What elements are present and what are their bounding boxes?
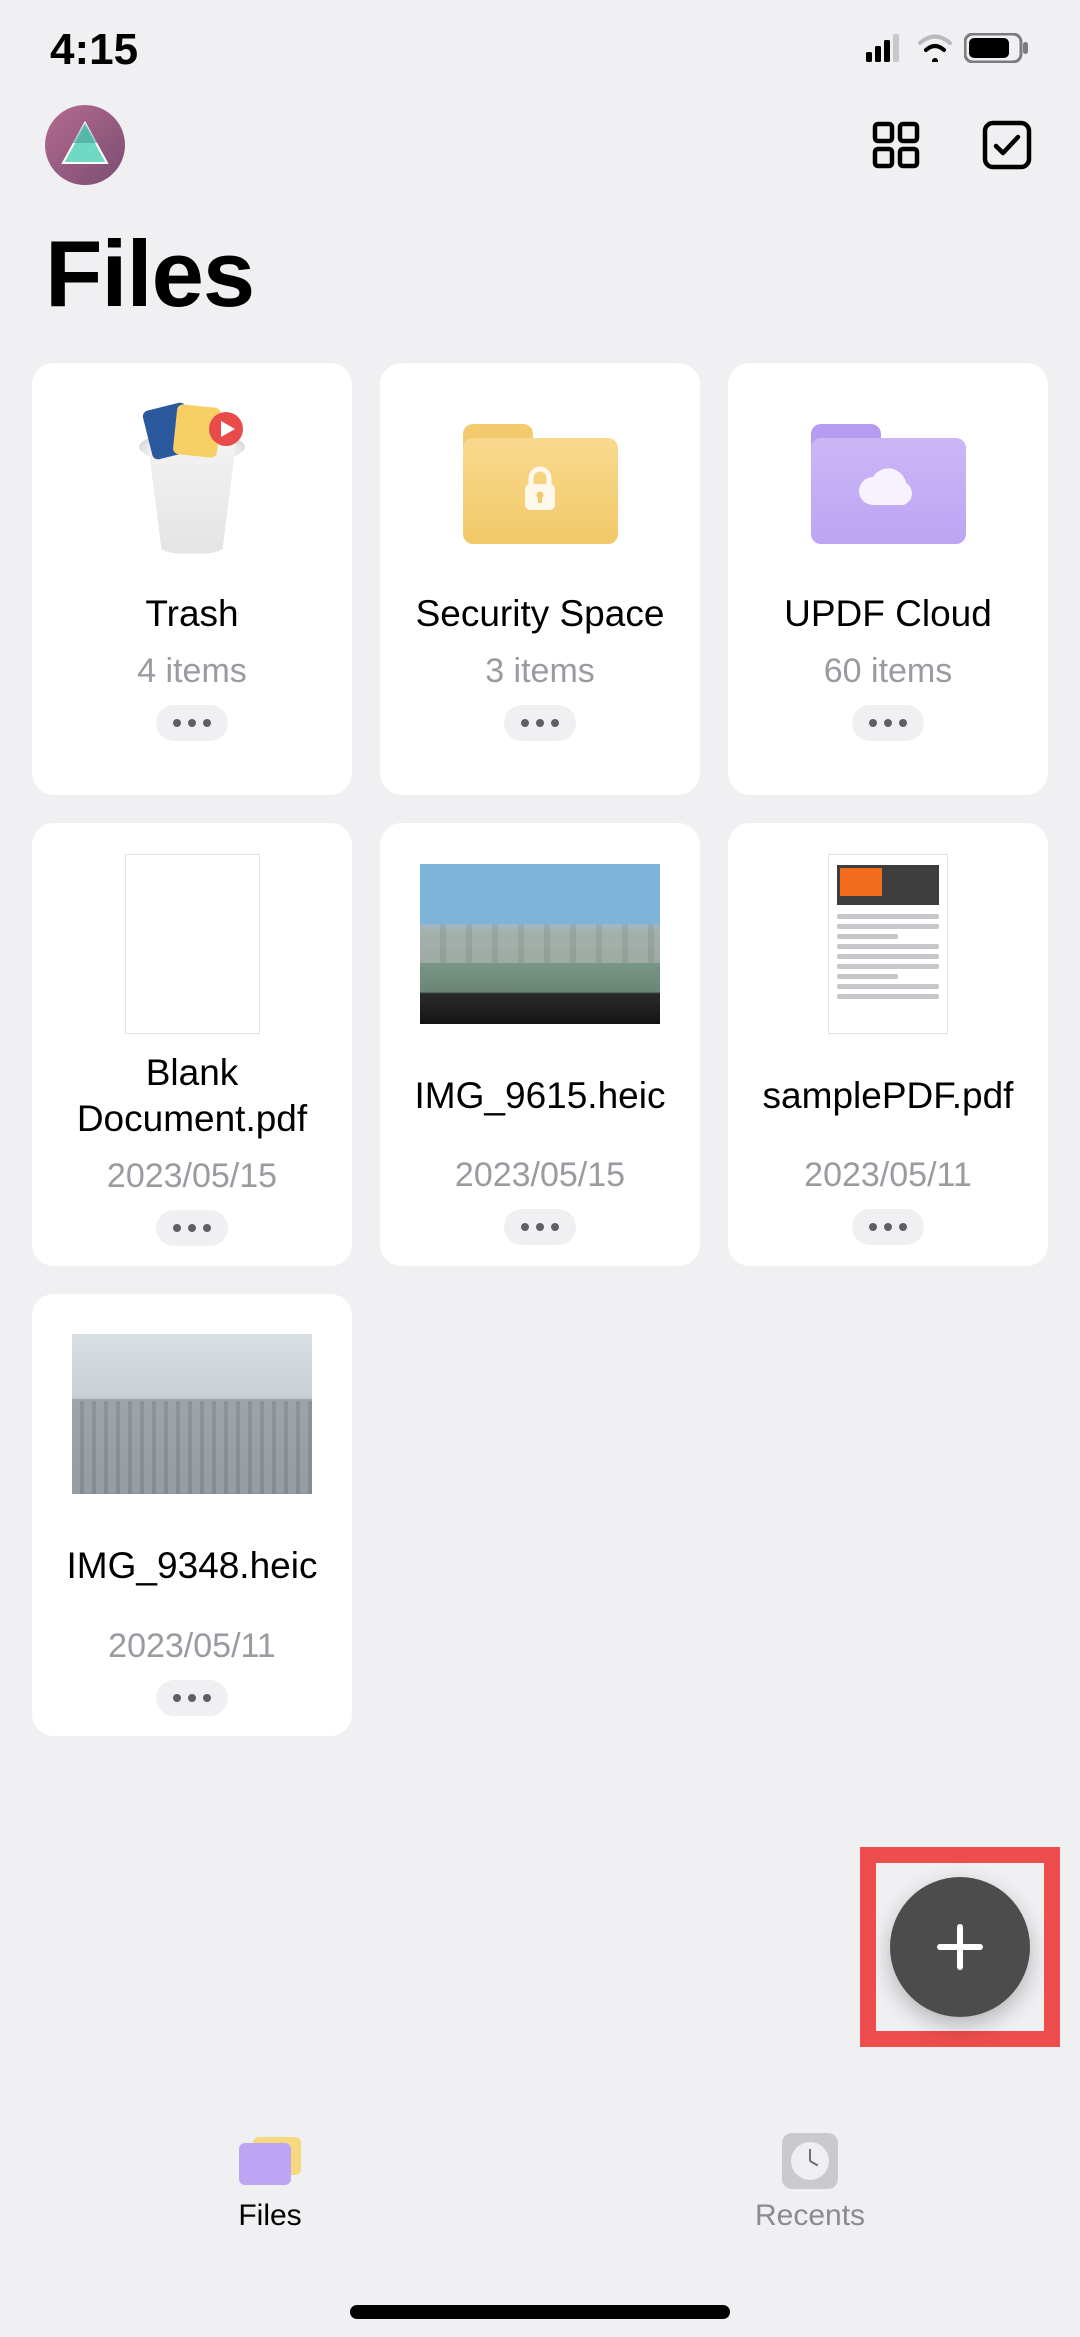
more-button[interactable] xyxy=(156,705,228,741)
card-subtitle: 2023/05/15 xyxy=(107,1157,277,1196)
file-grid: Trash 4 items Security Space 3 items UPD… xyxy=(0,363,1080,1736)
plus-icon xyxy=(930,1917,990,1977)
card-title: Security Space xyxy=(416,590,665,638)
file-blank-document[interactable]: Blank Document.pdf 2023/05/15 xyxy=(32,823,352,1266)
more-button[interactable] xyxy=(852,1209,924,1245)
card-title: IMG_9348.heic xyxy=(67,1521,318,1613)
photo-thumbnail xyxy=(72,1334,312,1494)
card-subtitle: 2023/05/11 xyxy=(108,1627,276,1666)
card-subtitle: 3 items xyxy=(485,652,595,691)
card-subtitle: 2023/05/15 xyxy=(455,1156,625,1195)
more-button[interactable] xyxy=(852,705,924,741)
home-indicator[interactable] xyxy=(350,2305,730,2319)
pdf-thumbnail xyxy=(828,854,948,1034)
card-subtitle: 4 items xyxy=(137,652,247,691)
files-tab-icon xyxy=(238,2133,302,2189)
recents-tab-icon xyxy=(778,2133,842,2189)
tab-label: Files xyxy=(238,2199,301,2233)
folder-updf-cloud[interactable]: UPDF Cloud 60 items xyxy=(728,363,1048,795)
folder-trash[interactable]: Trash 4 items xyxy=(32,363,352,795)
cellular-icon xyxy=(866,34,906,67)
tab-files[interactable]: Files xyxy=(0,2098,540,2267)
add-button[interactable] xyxy=(890,1877,1030,2017)
avatar[interactable] xyxy=(45,105,125,185)
more-button[interactable] xyxy=(504,705,576,741)
card-subtitle: 2023/05/11 xyxy=(804,1156,972,1195)
file-img-9615[interactable]: IMG_9615.heic 2023/05/15 xyxy=(380,823,700,1266)
locked-folder-icon xyxy=(463,424,618,544)
card-title: IMG_9615.heic xyxy=(415,1050,666,1142)
card-title: samplePDF.pdf xyxy=(763,1050,1014,1142)
cloud-folder-icon xyxy=(811,424,966,544)
highlight-box xyxy=(860,1847,1060,2047)
file-img-9348[interactable]: IMG_9348.heic 2023/05/11 xyxy=(32,1294,352,1736)
wifi-icon xyxy=(916,34,954,67)
select-icon[interactable] xyxy=(979,117,1035,173)
photo-thumbnail xyxy=(420,864,660,1024)
card-subtitle: 60 items xyxy=(824,652,953,691)
status-time: 4:15 xyxy=(50,25,138,75)
grid-view-icon[interactable] xyxy=(868,117,924,173)
more-button[interactable] xyxy=(156,1680,228,1716)
tab-bar: Files Recents xyxy=(0,2097,1080,2267)
status-bar: 4:15 xyxy=(0,0,1080,90)
more-button[interactable] xyxy=(156,1210,228,1246)
card-title: Trash xyxy=(145,590,238,638)
card-title: Blank Document.pdf xyxy=(46,1050,338,1143)
tab-label: Recents xyxy=(755,2199,865,2233)
trash-icon xyxy=(127,414,257,554)
tab-recents[interactable]: Recents xyxy=(540,2098,1080,2267)
card-title: UPDF Cloud xyxy=(784,590,992,638)
status-indicators xyxy=(866,33,1030,68)
page-title: Files xyxy=(0,200,1080,363)
blank-page-icon xyxy=(125,854,260,1034)
file-samplepdf[interactable]: samplePDF.pdf 2023/05/11 xyxy=(728,823,1048,1266)
more-button[interactable] xyxy=(504,1209,576,1245)
battery-icon xyxy=(964,33,1030,68)
folder-security-space[interactable]: Security Space 3 items xyxy=(380,363,700,795)
header xyxy=(0,90,1080,200)
